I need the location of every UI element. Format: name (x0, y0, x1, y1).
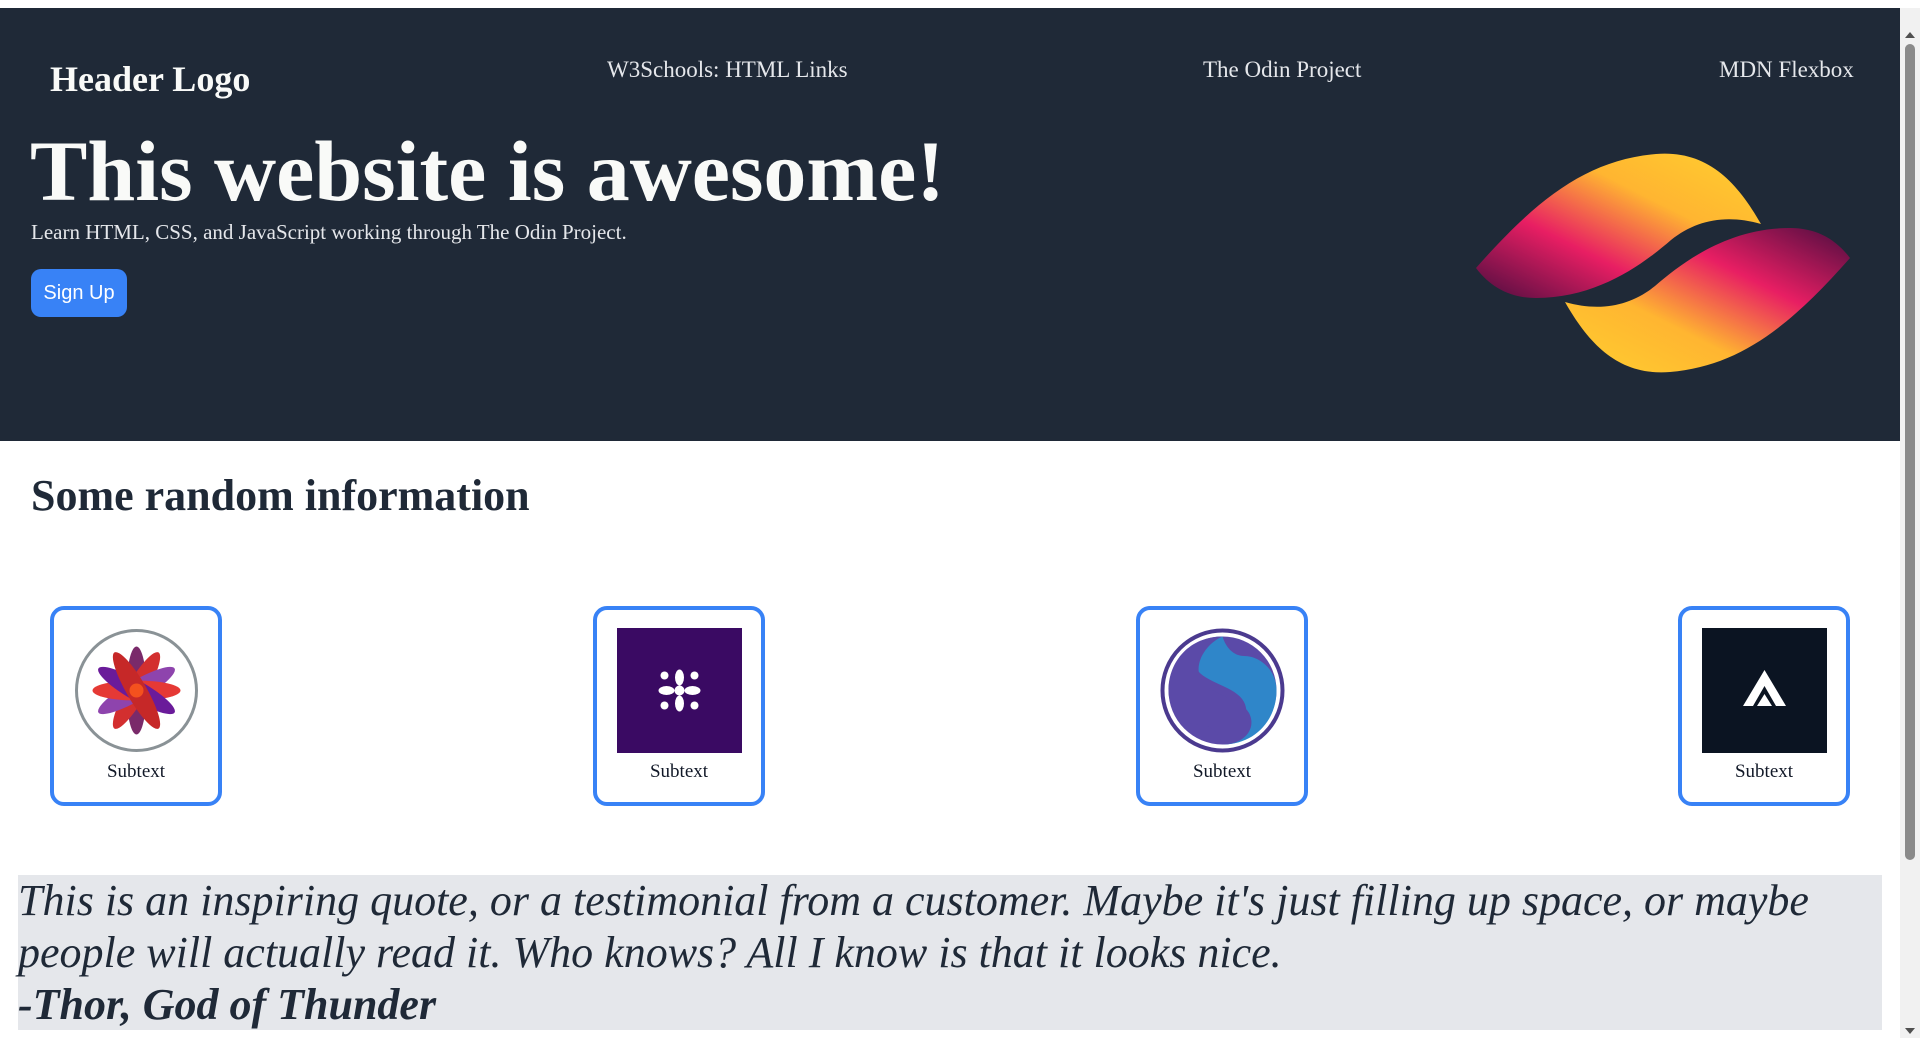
browser-top-edge (0, 0, 1920, 8)
nav-link-w3schools[interactable]: W3Schools: HTML Links (607, 57, 848, 83)
card-caption: Subtext (1734, 761, 1794, 782)
header-nav: Header Logo W3Schools: HTML Links The Od… (0, 8, 1900, 108)
sign-up-button[interactable]: Sign Up (31, 269, 127, 317)
scroll-down-arrow-icon[interactable] (1905, 1028, 1915, 1034)
purple-flower-logo-icon (617, 628, 742, 753)
hero-title: This website is awesome! (30, 123, 945, 219)
card-caption: Subtext (649, 761, 709, 782)
info-card: Subtext (593, 606, 765, 806)
swirl-s-logo-icon (1160, 628, 1285, 753)
info-card: Subtext (1136, 606, 1308, 806)
testimonial-author: -Thor, God of Thunder (18, 980, 437, 1029)
card-caption: Subtext (1192, 761, 1252, 782)
card-caption: Subtext (106, 761, 166, 782)
chevron-arrow-logo-icon (1702, 628, 1827, 753)
scrollbar-thumb[interactable] (1905, 44, 1915, 860)
testimonial-quote: This is an inspiring quote, or a testimo… (18, 876, 1809, 977)
vertical-scrollbar[interactable] (1900, 8, 1920, 1038)
testimonial-section: This is an inspiring quote, or a testimo… (18, 875, 1882, 1030)
nav-link-mdn-flexbox[interactable]: MDN Flexbox (1719, 57, 1854, 83)
scroll-up-arrow-icon[interactable] (1905, 32, 1915, 38)
header-logo: Header Logo (50, 59, 251, 99)
hero-subtitle: Learn HTML, CSS, and JavaScript working … (31, 220, 627, 244)
info-section-title: Some random information (31, 471, 530, 520)
abstract-ribbon-logo-icon (1476, 153, 1850, 373)
info-card: Subtext (50, 606, 222, 806)
nav-link-odin-project[interactable]: The Odin Project (1203, 57, 1361, 83)
info-card: Subtext (1678, 606, 1850, 806)
lotus-logo-icon (75, 629, 198, 752)
hero-section: Header Logo W3Schools: HTML Links The Od… (0, 8, 1900, 441)
